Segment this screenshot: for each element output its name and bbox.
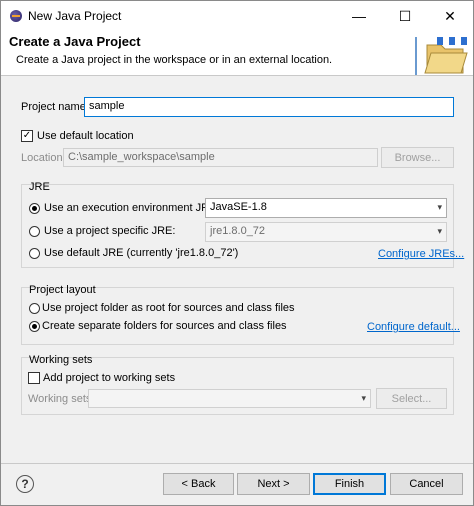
project-name-input[interactable]: sample: [84, 97, 454, 117]
select-working-sets-button[interactable]: Select...: [376, 388, 447, 409]
wizard-header: Create a Java Project Create a Java proj…: [1, 31, 473, 76]
wizard-title: Create a Java Project: [9, 34, 141, 49]
jre-specific-label: Use a project specific JRE:: [44, 225, 176, 237]
jre-specific-radio[interactable]: [29, 226, 40, 237]
location-label: Location:: [21, 152, 66, 164]
jre-specific-select-value: jre1.8.0_72: [210, 225, 266, 237]
jre-env-select[interactable]: JavaSE-1.8 ▾: [205, 198, 447, 218]
location-input[interactable]: C:\sample_workspace\sample: [63, 148, 378, 167]
footer-divider: [1, 463, 473, 464]
chevron-down-icon: ▾: [361, 393, 366, 403]
layout-separate-label: Create separate folders for sources and …: [42, 320, 287, 332]
help-icon[interactable]: ?: [16, 475, 34, 493]
maximize-button[interactable]: ☐: [382, 1, 428, 31]
use-default-location-label: Use default location: [37, 130, 134, 142]
window-title: New Java Project: [28, 9, 122, 23]
use-default-location-checkbox[interactable]: ✓: [21, 130, 33, 142]
project-layout-group-title: Project layout: [29, 284, 96, 296]
layout-root-label: Use project folder as root for sources a…: [42, 302, 295, 314]
minimize-button[interactable]: —: [336, 1, 382, 31]
layout-root-radio[interactable]: [29, 303, 40, 314]
cancel-button[interactable]: Cancel: [390, 473, 463, 495]
jre-env-label: Use an execution environment JRE:: [44, 202, 220, 214]
eclipse-icon: [10, 10, 22, 22]
configure-jres-link[interactable]: Configure JREs...: [378, 248, 464, 260]
working-sets-group-title: Working sets: [29, 354, 93, 366]
jre-env-radio[interactable]: [29, 203, 40, 214]
title-bar: New Java Project — ☐ ✕: [1, 1, 473, 31]
jre-env-select-value: JavaSE-1.8: [210, 201, 267, 213]
new-folder-wizard-icon: [415, 37, 468, 75]
jre-default-radio[interactable]: [29, 248, 40, 259]
configure-default-link[interactable]: Configure default...: [367, 321, 460, 333]
working-sets-select[interactable]: ▾: [88, 389, 371, 408]
add-to-working-sets-label: Add project to working sets: [43, 372, 176, 384]
jre-group-title: JRE: [29, 181, 50, 193]
layout-separate-radio[interactable]: [29, 321, 40, 332]
wizard-description: Create a Java project in the workspace o…: [16, 54, 333, 66]
working-sets-label: Working sets:: [28, 393, 95, 405]
jre-specific-select[interactable]: jre1.8.0_72 ▾: [205, 222, 447, 242]
next-button[interactable]: Next >: [237, 473, 310, 495]
project-layout-group: Project layout: [21, 284, 454, 345]
chevron-down-icon: ▾: [437, 202, 442, 212]
add-to-working-sets-checkbox[interactable]: [28, 372, 40, 384]
finish-button[interactable]: Finish: [313, 473, 386, 495]
project-name-label: Project name:: [21, 101, 89, 113]
chevron-down-icon: ▾: [437, 226, 442, 236]
close-button[interactable]: ✕: [427, 1, 473, 31]
jre-default-label: Use default JRE (currently 'jre1.8.0_72'…: [44, 247, 239, 259]
new-java-project-window: New Java Project — ☐ ✕ Create a Java Pro…: [0, 0, 474, 506]
back-button[interactable]: < Back: [163, 473, 234, 495]
browse-button[interactable]: Browse...: [381, 147, 454, 168]
